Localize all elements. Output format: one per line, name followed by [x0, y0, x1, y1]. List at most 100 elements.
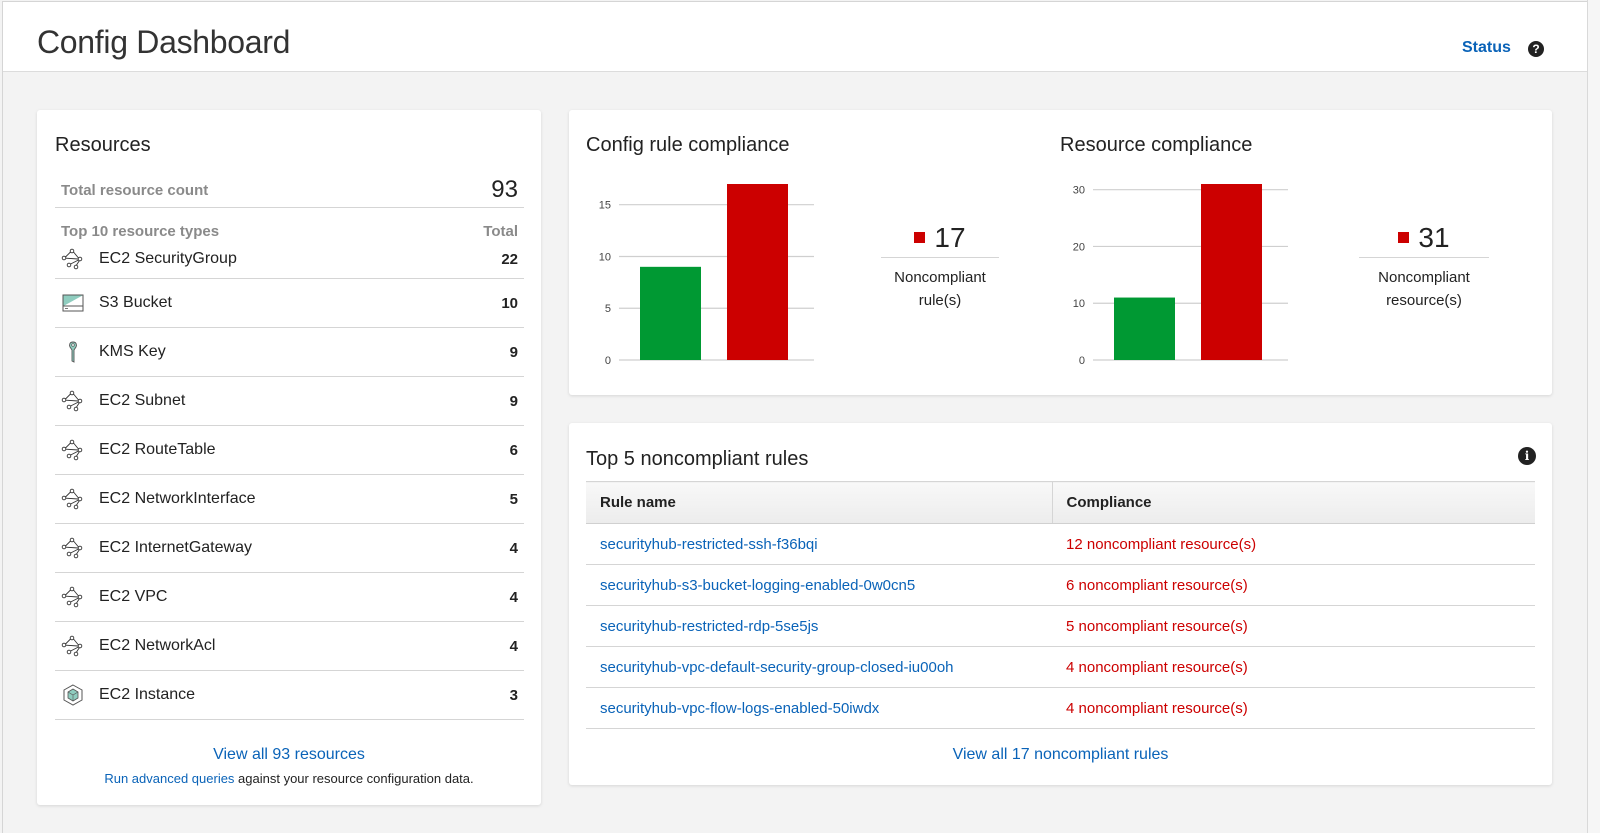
- status-link[interactable]: Status: [1462, 39, 1511, 57]
- resource-type-row[interactable]: EC2 NetworkAcl 4: [55, 622, 524, 671]
- resource-type-count: 4: [509, 539, 518, 557]
- rule-compliance-value: 5 noncompliant resource(s): [1052, 605, 1535, 647]
- resource-type-row[interactable]: EC2 VPC 4: [55, 573, 524, 622]
- ec2-network-icon: [60, 389, 86, 413]
- y-tick-label: 5: [605, 303, 611, 315]
- table-row: securityhub-s3-bucket-logging-enabled-0w…: [586, 564, 1535, 606]
- total-resource-count-label: Total resource count: [61, 182, 209, 199]
- resource-type-name: EC2 VPC: [99, 588, 168, 605]
- rule-compliance-value: 4 noncompliant resource(s): [1052, 646, 1535, 688]
- resource-compliance-title: Resource compliance: [1060, 134, 1253, 156]
- rule-name-link[interactable]: securityhub-vpc-flow-logs-enabled-50iwdx: [600, 700, 879, 717]
- rule-name-link[interactable]: securityhub-s3-bucket-logging-enabled-0w…: [600, 577, 915, 594]
- resource-type-count: 3: [509, 686, 518, 704]
- vertical-scrollbar[interactable]: [1587, 0, 1600, 833]
- ec2-network-icon: [60, 438, 86, 462]
- y-tick-label: 0: [605, 355, 611, 367]
- resource-type-row[interactable]: EC2 Subnet 9: [55, 377, 524, 426]
- config-rule-compliance-title: Config rule compliance: [586, 134, 790, 156]
- bar-noncompliant[interactable]: [1201, 184, 1262, 360]
- column-header-rule-name: Rule name: [586, 481, 1052, 524]
- resource-compliance-block: Resource compliance 0 10 20 30 31 Noncompli…: [1043, 110, 1552, 395]
- resource-types-total-label: Total: [483, 223, 518, 240]
- total-resource-count-row: Total resource count 93: [55, 168, 524, 208]
- rule-name-link[interactable]: securityhub-restricted-ssh-f36bqi: [600, 536, 818, 553]
- resource-types-label: Top 10 resource types: [61, 223, 220, 240]
- resource-type-row[interactable]: S3 Bucket 10: [55, 279, 524, 328]
- noncompliant-rules-label: Noncompliant: [894, 269, 986, 286]
- resource-type-name: EC2 NetworkInterface: [99, 490, 256, 507]
- info-circle-icon[interactable]: i: [1518, 447, 1536, 465]
- table-row: securityhub-vpc-flow-logs-enabled-50iwdx…: [586, 687, 1535, 729]
- bar-compliant[interactable]: [1114, 297, 1175, 360]
- resource-type-count: 5: [509, 490, 518, 508]
- rule-name-link[interactable]: securityhub-restricted-rdp-5se5js: [600, 618, 818, 635]
- resource-type-name: EC2 InternetGateway: [99, 539, 252, 556]
- bar-compliant[interactable]: [640, 266, 701, 360]
- page-header: Config Dashboard Status ?: [3, 2, 1588, 72]
- s3-bucket-icon: [60, 291, 86, 315]
- resource-types-header: Top 10 resource types Total: [55, 218, 524, 240]
- top-noncompliant-rules-title: Top 5 noncompliant rules: [586, 448, 809, 470]
- noncompliant-resources-summary: 31 Noncompliant resource(s): [1359, 218, 1489, 312]
- bar-noncompliant[interactable]: [727, 184, 788, 360]
- rule-compliance-value: 12 noncompliant resource(s): [1052, 523, 1535, 565]
- resource-type-name: S3 Bucket: [99, 294, 172, 311]
- table-row: securityhub-restricted-rdp-5se5js 5 nonco…: [586, 605, 1535, 647]
- top-noncompliant-rules-card: Top 5 noncompliant rules i Rule name Com…: [569, 423, 1552, 785]
- ec2-network-icon: [60, 634, 86, 658]
- question-circle-icon[interactable]: ?: [1528, 41, 1544, 57]
- config-dashboard-window: Config Dashboard Status ? Resources Tota…: [2, 1, 1588, 833]
- noncompliant-rules-summary: 17 Noncompliant rule(s): [881, 218, 999, 312]
- compliance-card: Config rule compliance 0 5 10 15 17 Noncomp…: [569, 110, 1552, 395]
- ec2-network-icon: [60, 585, 86, 609]
- noncompliant-resources-unit: resource(s): [1386, 292, 1462, 309]
- rule-name-link[interactable]: securityhub-vpc-default-security-group-c…: [600, 659, 954, 676]
- resources-title: Resources: [55, 134, 151, 156]
- advanced-queries-line: Run advanced queries against your resour…: [37, 771, 541, 786]
- noncompliant-swatch: [1398, 232, 1410, 243]
- noncompliant-resources-count: 31: [1418, 221, 1450, 253]
- resource-type-name: EC2 Subnet: [99, 392, 186, 409]
- resource-type-row[interactable]: EC2 RouteTable 6: [55, 426, 524, 475]
- resource-type-name: KMS Key: [99, 343, 166, 360]
- y-tick-label: 10: [599, 251, 611, 263]
- resource-type-name: EC2 RouteTable: [99, 441, 216, 458]
- ec2-instance-icon: [60, 683, 86, 707]
- view-all-resources-link[interactable]: View all 93 resources: [37, 746, 541, 764]
- noncompliant-resources-label: Noncompliant: [1378, 269, 1470, 286]
- table-row: securityhub-restricted-ssh-f36bqi 12 nonc…: [586, 523, 1535, 565]
- view-all-noncompliant-rules-link[interactable]: View all 17 noncompliant rules: [569, 746, 1552, 764]
- rule-compliance-value: 4 noncompliant resource(s): [1052, 687, 1535, 729]
- resource-type-count: 4: [509, 637, 518, 655]
- table-row: securityhub-vpc-default-security-group-c…: [586, 646, 1535, 688]
- resource-type-name: EC2 NetworkAcl: [99, 637, 216, 654]
- resource-type-count: 9: [509, 343, 518, 361]
- resource-type-row[interactable]: EC2 NetworkInterface 5: [55, 475, 524, 524]
- resource-type-name: EC2 SecurityGroup: [99, 250, 237, 267]
- total-resource-count-value: 93: [491, 176, 518, 203]
- resource-type-count: 4: [509, 588, 518, 606]
- resources-card: Resources Total resource count 93 Top 10…: [37, 110, 541, 805]
- noncompliant-rules-count: 17: [934, 221, 966, 253]
- resource-type-count: 6: [509, 441, 518, 459]
- ec2-network-icon: [60, 247, 86, 271]
- noncompliant-rules-table: Rule name Compliance securityhub-restric…: [586, 481, 1535, 729]
- resource-type-row[interactable]: EC2 SecurityGroup 22: [55, 240, 524, 279]
- rule-compliance-value: 6 noncompliant resource(s): [1052, 564, 1535, 606]
- resource-type-row[interactable]: EC2 Instance 3: [55, 671, 524, 720]
- column-header-compliance: Compliance: [1051, 481, 1535, 524]
- ec2-network-icon: [60, 487, 86, 511]
- noncompliant-rules-unit: rule(s): [918, 292, 962, 309]
- kms-key-icon: [60, 340, 86, 364]
- resource-type-name: EC2 Instance: [99, 686, 196, 703]
- page-title: Config Dashboard: [37, 24, 291, 60]
- config-rule-compliance-chart: 0 5 10 15: [599, 184, 814, 367]
- run-advanced-queries-link[interactable]: Run advanced queries: [104, 771, 234, 786]
- resource-compliance-chart: 0 10 20 30: [1073, 184, 1288, 367]
- advanced-queries-text: against your resource configuration data…: [234, 771, 474, 786]
- resource-type-row[interactable]: EC2 InternetGateway 4: [55, 524, 524, 573]
- ec2-network-icon: [60, 536, 86, 560]
- resource-type-count: 10: [501, 294, 518, 312]
- resource-type-row[interactable]: KMS Key 9: [55, 328, 524, 377]
